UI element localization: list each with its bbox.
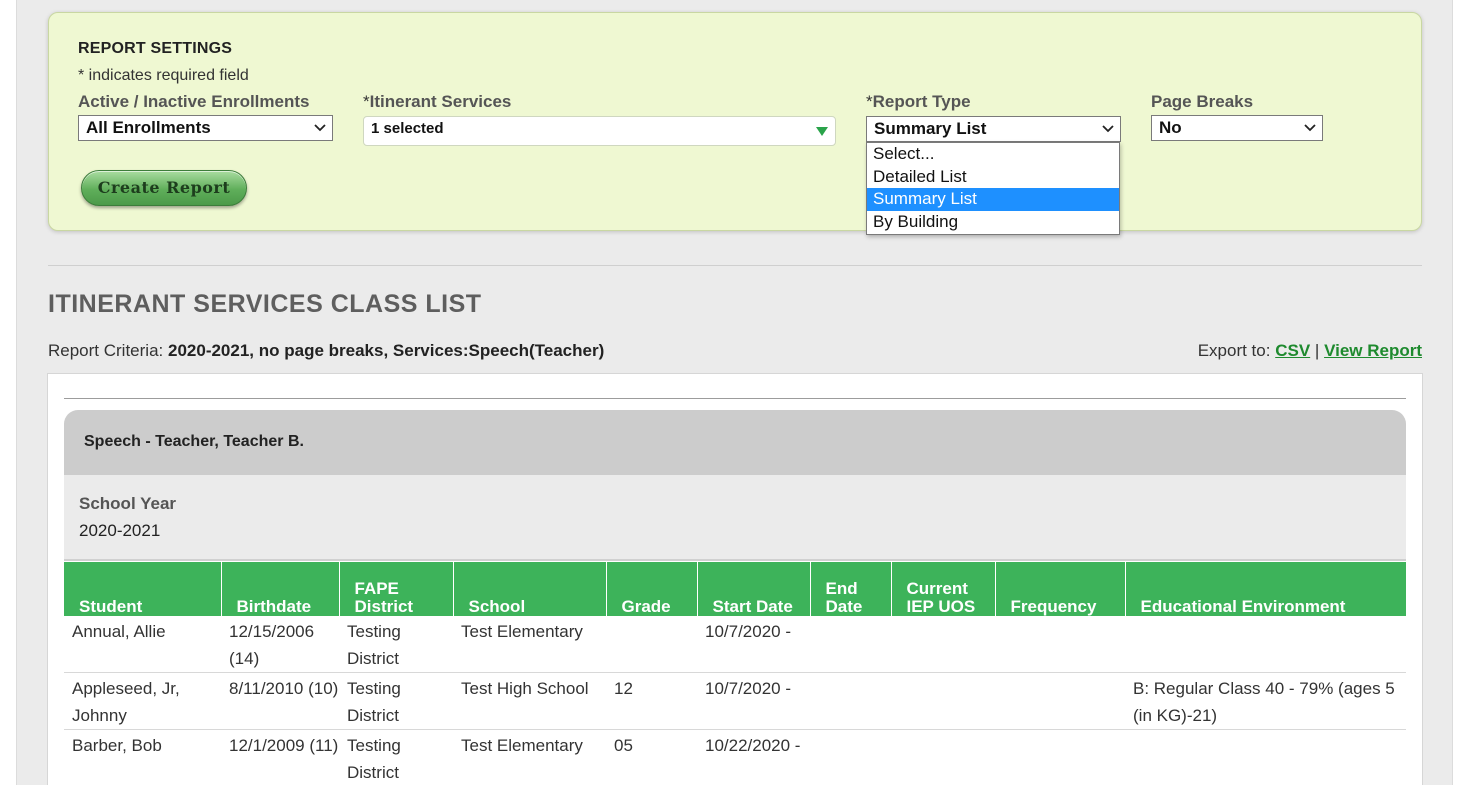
chevron-down-icon [314,124,326,132]
report-type-option-selected[interactable]: Summary List [867,188,1119,211]
export-label: Export to: [1197,341,1271,360]
table-cell [995,729,1125,785]
table-cell: Testing District [339,729,453,785]
column-header[interactable]: Grade [606,562,698,616]
chevron-down-icon [1102,125,1114,133]
table-cell [891,729,995,785]
table-cell: Annual, Allie [64,616,221,673]
school-year-label: School Year [79,494,177,513]
table-row: Barber, Bob 12/1/2009 (11) Testing Distr… [64,729,1406,785]
page-breaks-select[interactable]: No [1151,115,1323,141]
services-multiselect-value: 1 selected [371,120,444,137]
column-header[interactable]: Start Date [697,562,811,616]
table-row: Appleseed, Jr, Johnny 8/11/2010 (10) Tes… [64,672,1406,730]
report-area: Speech - Teacher, Teacher B. School Year… [47,373,1423,785]
column-header[interactable]: Birthdate [221,562,340,616]
table-cell [810,729,891,785]
table-cell [810,616,891,673]
create-report-button[interactable]: Create Report [81,170,247,206]
table-cell [995,672,1125,730]
table-cell [810,672,891,730]
column-header[interactable]: FAPE District [339,562,454,616]
report-type-label: *Report Type [866,92,971,112]
table-cell: 10/22/2020 - [697,729,810,785]
table-cell: 12/15/2006 (14) [221,616,339,673]
table-cell: 8/11/2010 (10) [221,672,339,730]
report-settings-panel: REPORT SETTINGS * indicates required fie… [48,12,1422,231]
table-cell: Appleseed, Jr, Johnny [64,672,221,730]
report-type-option[interactable]: Detailed List [867,166,1119,189]
report-type-select-value: Summary List [874,119,987,138]
table-cell: Testing District [339,672,453,730]
services-multiselect[interactable]: 1 selected [363,116,836,146]
report-type-dropdown: Select... Detailed List Summary List By … [866,142,1120,235]
table-cell [995,616,1125,673]
required-mark: * [866,92,873,111]
required-mark: * [363,92,370,111]
group-header: Speech - Teacher, Teacher B. [64,410,1406,475]
page-title: ITINERANT SERVICES CLASS LIST [48,290,482,318]
report-type-select[interactable]: Summary List [866,116,1121,142]
report-type-label-text: Report Type [872,92,971,111]
column-header[interactable]: School [453,562,607,616]
table-cell: Testing District [339,616,453,673]
table-cell [891,672,995,730]
report-type-option[interactable]: Select... [867,143,1119,166]
enrollments-select-value: All Enrollments [86,118,211,137]
criteria-value: 2020-2021, no page breaks, Services:Spee… [168,341,605,360]
enrollments-select[interactable]: All Enrollments [78,115,333,141]
school-year-value: 2020-2021 [79,521,161,540]
report-rule [64,398,1406,399]
enrollments-label: Active / Inactive Enrollments [78,92,310,111]
export-csv-link[interactable]: CSV [1275,341,1310,360]
triangle-down-icon [816,127,828,136]
table-row: Annual, Allie 12/15/2006 (14) Testing Di… [64,616,1406,673]
column-header[interactable]: End Date [810,562,892,616]
services-label-text: Itinerant Services [369,92,512,111]
column-header[interactable]: Current IEP UOS [891,562,996,616]
table-cell: 05 [606,729,697,785]
table-cell: Test Elementary [453,616,606,673]
table-cell [606,616,697,673]
table-cell: 12/1/2009 (11) [221,729,339,785]
services-label: *Itinerant Services [363,92,511,112]
class-list-table: Student Birthdate FAPE District School G… [64,562,1406,785]
section-divider [48,265,1422,266]
page-breaks-select-value: No [1159,118,1182,137]
table-cell: 10/7/2020 - [697,672,810,730]
table-cell: Barber, Bob [64,729,221,785]
table-cell: B: Regular Class 40 - 79% (ages 5 (in KG… [1125,672,1406,730]
required-note: * indicates required field [78,67,249,84]
export-separator: | [1314,341,1320,360]
report-criteria: Report Criteria: 2020-2021, no page brea… [48,341,604,361]
table-cell: Test Elementary [453,729,606,785]
column-header[interactable]: Educational Environment [1125,562,1406,616]
column-header[interactable]: Frequency [995,562,1126,616]
table-header-row: Student Birthdate FAPE District School G… [64,562,1406,616]
criteria-label: Report Criteria: [48,341,164,360]
report-type-option[interactable]: By Building [867,211,1119,234]
school-year-box: School Year 2020-2021 [64,475,1406,561]
table-cell [891,616,995,673]
settings-title: REPORT SETTINGS [78,40,233,57]
page-breaks-label: Page Breaks [1151,92,1254,111]
table-cell [1125,729,1406,785]
table-cell: 10/7/2020 - [697,616,810,673]
table-cell [1125,616,1406,673]
table-cell: Test High School [453,672,606,730]
view-report-link[interactable]: View Report [1324,341,1422,360]
chevron-down-icon [1304,124,1316,132]
export-links: Export to: CSV | View Report [1198,341,1422,361]
column-header[interactable]: Student [64,562,222,616]
table-cell: 12 [606,672,697,730]
